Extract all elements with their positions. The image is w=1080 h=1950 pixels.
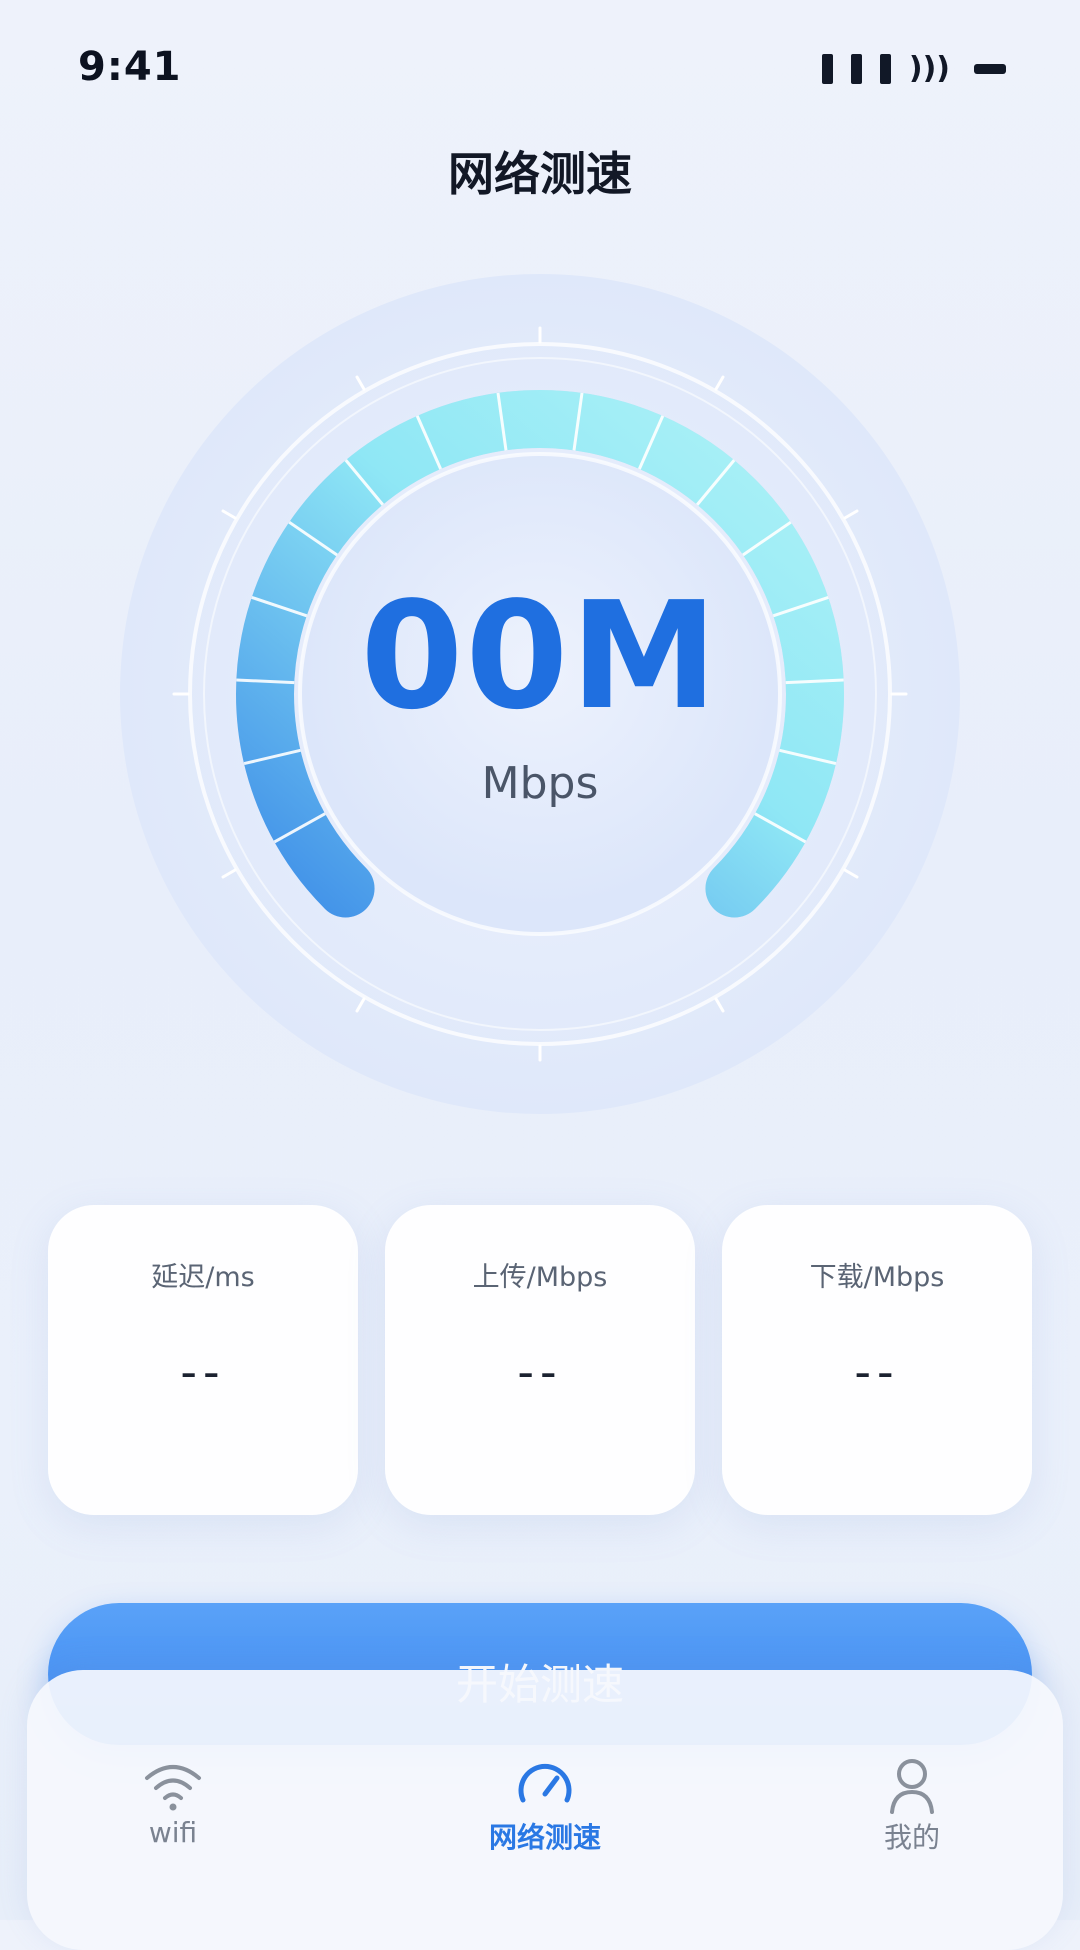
battery-icon [974,64,1006,74]
status-time: 9:41 [78,44,182,90]
download-card: 下载/Mbps -- [722,1205,1032,1515]
latency-value: -- [180,1345,226,1399]
latency-label: 延迟/ms [151,1262,255,1293]
speed-value: 00M [360,570,720,742]
page-title: 网络测速 [448,147,632,201]
upload-value: -- [517,1345,563,1399]
nav-item-speedtest[interactable]: 网络测速 [425,1670,665,1870]
speed-unit: Mbps [481,758,599,809]
nav-item-wifi[interactable]: wifi [53,1670,293,1870]
signal-bar-icon [879,54,891,84]
upload-card: 上传/Mbps -- [385,1205,695,1515]
upload-label: 上传/Mbps [472,1262,608,1293]
signal-bar-icon [850,54,862,84]
user-icon [890,1759,934,1814]
nav-item-profile[interactable]: 我的 [792,1670,1032,1870]
bottom-nav: wifi 网络测速 我的 [27,1670,1063,1950]
signal-bar-icon [821,54,833,84]
nav-label-profile: 我的 [883,1821,940,1854]
download-label: 下载/Mbps [809,1262,945,1293]
status-icons: ))) [821,51,1006,86]
wifi-icon [145,1765,201,1811]
nav-label-speedtest: 网络测速 [488,1821,601,1854]
wifi-status-icon: ))) [908,51,950,86]
speedometer-icon [518,1763,572,1803]
nav-label-wifi: wifi [148,1816,198,1849]
latency-card: 延迟/ms -- [48,1205,358,1515]
download-value: -- [854,1345,900,1399]
